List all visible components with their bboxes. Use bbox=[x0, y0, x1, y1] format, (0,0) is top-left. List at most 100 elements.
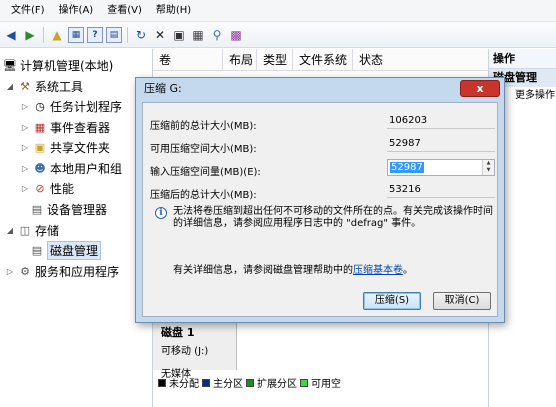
search-disk-icon[interactable]: ⚲ bbox=[209, 27, 225, 43]
help-message: 有关详细信息，请参阅磁盘管理帮助中的压缩基本卷。 bbox=[173, 261, 413, 276]
volume-list-header: 卷 布局 类型 文件系统 状态 bbox=[153, 48, 488, 71]
shrink-dialog: 压缩 G: x 压缩前的总计大小(MB): 106203 可用压缩空间大小(MB… bbox=[135, 77, 505, 323]
disk-icon: ▤ bbox=[31, 243, 43, 257]
show-tree-icon[interactable]: ▦ bbox=[68, 26, 84, 43]
collapsed-arrow-icon[interactable]: ▷ bbox=[5, 267, 15, 276]
tree-item-local-users[interactable]: ▷ ☻ 本地用户和组 bbox=[20, 159, 122, 177]
legend-label-primary: 主分区 bbox=[213, 379, 243, 390]
collapsed-arrow-icon[interactable]: ▷ bbox=[20, 184, 30, 193]
column-status[interactable]: 状态 bbox=[353, 49, 488, 71]
partition-legend: 未分配 主分区 扩展分区 可用空 bbox=[158, 375, 341, 390]
legend-swatch-free bbox=[300, 378, 308, 387]
shrink-button[interactable]: 压缩(S) bbox=[363, 292, 421, 310]
shrink-amount-input[interactable]: 52987 bbox=[390, 162, 424, 173]
toolbar: ◀ ▶ ▲ ▦ ? ▤ ↻ ✕ ▣ ▦ ⚲ ▩ bbox=[0, 22, 556, 48]
toolbar-separator bbox=[43, 26, 44, 43]
collapsed-arrow-icon[interactable]: ▷ bbox=[20, 143, 30, 152]
tree-item-label: 存储 bbox=[35, 223, 60, 238]
back-arrow-icon[interactable]: ◀ bbox=[3, 27, 19, 43]
tree-item-label: 磁盘管理 bbox=[47, 240, 102, 260]
computer-icon: 🖥 bbox=[3, 58, 17, 72]
tree-item-shared-folders[interactable]: ▷ ▣ 共享文件夹 bbox=[20, 138, 110, 156]
menu-bar: 文件(F) 操作(A) 查看(V) 帮助(H) bbox=[0, 0, 556, 22]
dialog-body: 压缩前的总计大小(MB): 106203 可用压缩空间大小(MB): 52987… bbox=[142, 102, 498, 317]
delete-icon[interactable]: ✕ bbox=[152, 27, 168, 43]
collapsed-arrow-icon[interactable]: ▷ bbox=[20, 164, 30, 173]
total-before-label: 压缩前的总计大小(MB): bbox=[150, 121, 257, 132]
column-type[interactable]: 类型 bbox=[257, 48, 293, 71]
total-after-label: 压缩后的总计大小(MB): bbox=[150, 190, 257, 201]
legend-label-free: 可用空 bbox=[311, 379, 341, 390]
tree-item-label: 设备管理器 bbox=[47, 202, 108, 217]
total-before-value: 106203 bbox=[387, 113, 495, 129]
refresh-icon[interactable]: ↻ bbox=[133, 27, 149, 43]
column-volume[interactable]: 卷 bbox=[153, 48, 223, 71]
shrink-amount-label: 输入压缩空间量(MB)(E): bbox=[150, 167, 261, 178]
disk-name: 磁盘 1 bbox=[161, 326, 195, 339]
legend-swatch-extended bbox=[246, 378, 254, 387]
tree-item-services-apps[interactable]: ▷ ⚙ 服务和应用程序 bbox=[5, 262, 119, 280]
toolbar-separator bbox=[127, 26, 128, 43]
up-folder-icon[interactable]: ▲ bbox=[49, 27, 65, 43]
menu-view[interactable]: 查看(V) bbox=[100, 0, 149, 22]
info-icon: i bbox=[155, 207, 167, 219]
tree-item-storage[interactable]: ◢ ◫ 存储 bbox=[5, 221, 59, 239]
spin-arrows-icon[interactable]: ▲ ▼ bbox=[482, 160, 494, 175]
collapsed-arrow-icon[interactable]: ▷ bbox=[20, 123, 30, 132]
legend-swatch-primary bbox=[202, 378, 210, 387]
shared-folder-icon: ▣ bbox=[34, 140, 46, 154]
properties-icon[interactable]: ▣ bbox=[171, 27, 187, 43]
help-prefix: 有关详细信息，请参阅磁盘管理帮助中的 bbox=[173, 265, 353, 276]
tree-item-label: 事件查看器 bbox=[50, 120, 111, 135]
menu-help[interactable]: 帮助(H) bbox=[149, 0, 198, 22]
tree-item-task-scheduler[interactable]: ▷ ◷ 任务计划程序 bbox=[20, 97, 122, 115]
column-file-system[interactable]: 文件系统 bbox=[293, 48, 353, 71]
tree-item-label: 本地用户和组 bbox=[50, 161, 123, 176]
help-suffix: 。 bbox=[403, 265, 413, 276]
tree-item-label: 服务和应用程序 bbox=[35, 264, 120, 279]
column-layout[interactable]: 布局 bbox=[223, 48, 257, 71]
event-log-icon: ▦ bbox=[34, 120, 46, 134]
disk-type: 可移动 (J:) bbox=[161, 346, 209, 357]
console-icon[interactable]: ▤ bbox=[106, 26, 122, 43]
legend-swatch-unallocated bbox=[158, 378, 166, 387]
navigation-tree: 🖥 计算机管理(本地) ◢ ⚒ 系统工具 ▷ ◷ 任务计划程序 ▷ ▦ 事件查看… bbox=[0, 49, 153, 407]
collapsed-arrow-icon[interactable]: ▷ bbox=[20, 102, 30, 111]
total-after-value: 53216 bbox=[387, 182, 495, 198]
available-space-label: 可用压缩空间大小(MB): bbox=[150, 144, 257, 155]
menu-action[interactable]: 操作(A) bbox=[52, 0, 101, 22]
available-space-value: 52987 bbox=[387, 136, 495, 152]
tree-item-label: 系统工具 bbox=[35, 79, 84, 94]
tree-item-disk-management[interactable]: ▤ 磁盘管理 bbox=[30, 240, 102, 260]
users-icon: ☻ bbox=[34, 161, 46, 175]
disk-info[interactable]: 磁盘 1 可移动 (J:) 无媒体 bbox=[153, 320, 237, 380]
tree-item-performance[interactable]: ▷ ⊘ 性能 bbox=[20, 179, 74, 197]
open-icon[interactable]: ▦ bbox=[190, 27, 206, 43]
tree-item-device-manager[interactable]: ▤ 设备管理器 bbox=[30, 200, 107, 218]
forward-arrow-icon[interactable]: ▶ bbox=[22, 27, 38, 43]
tree-item-label: 计算机管理(本地) bbox=[20, 58, 114, 73]
tree-item-label: 任务计划程序 bbox=[50, 99, 123, 114]
actions-header: 操作 bbox=[489, 49, 556, 69]
cancel-button[interactable]: 取消(C) bbox=[433, 292, 491, 310]
close-button[interactable]: x bbox=[460, 80, 500, 97]
device-manager-icon: ▤ bbox=[31, 202, 43, 216]
shrink-amount-stepper[interactable]: 52987 ▲ ▼ bbox=[387, 159, 495, 176]
expanded-arrow-icon[interactable]: ◢ bbox=[5, 82, 15, 91]
expanded-arrow-icon[interactable]: ◢ bbox=[5, 226, 15, 235]
tools-icon: ⚒ bbox=[20, 79, 30, 93]
tree-item-label: 性能 bbox=[50, 181, 75, 196]
menu-file[interactable]: 文件(F) bbox=[4, 0, 52, 22]
format-icon[interactable]: ▩ bbox=[228, 27, 244, 43]
shrink-basic-volume-link[interactable]: 压缩基本卷 bbox=[353, 265, 403, 276]
tree-item-event-viewer[interactable]: ▷ ▦ 事件查看器 bbox=[20, 118, 110, 136]
legend-label-unallocated: 未分配 bbox=[169, 379, 199, 390]
disk-map: 磁盘 1 可移动 (J:) 无媒体 未分配 主分区 扩展分区 可用空 bbox=[153, 320, 488, 407]
help-icon[interactable]: ? bbox=[87, 26, 103, 43]
clock-icon: ◷ bbox=[35, 99, 45, 113]
info-message: 无法将卷压缩到超出任何不可移动的文件所在的点。有关完成该操作时间的详细信息，请参… bbox=[173, 206, 493, 229]
legend-label-extended: 扩展分区 bbox=[257, 379, 297, 390]
services-icon: ⚙ bbox=[20, 264, 30, 278]
tree-item-system-tools[interactable]: ◢ ⚒ 系统工具 bbox=[5, 77, 83, 95]
tree-item-computer-management[interactable]: 🖥 计算机管理(本地) bbox=[3, 56, 113, 74]
